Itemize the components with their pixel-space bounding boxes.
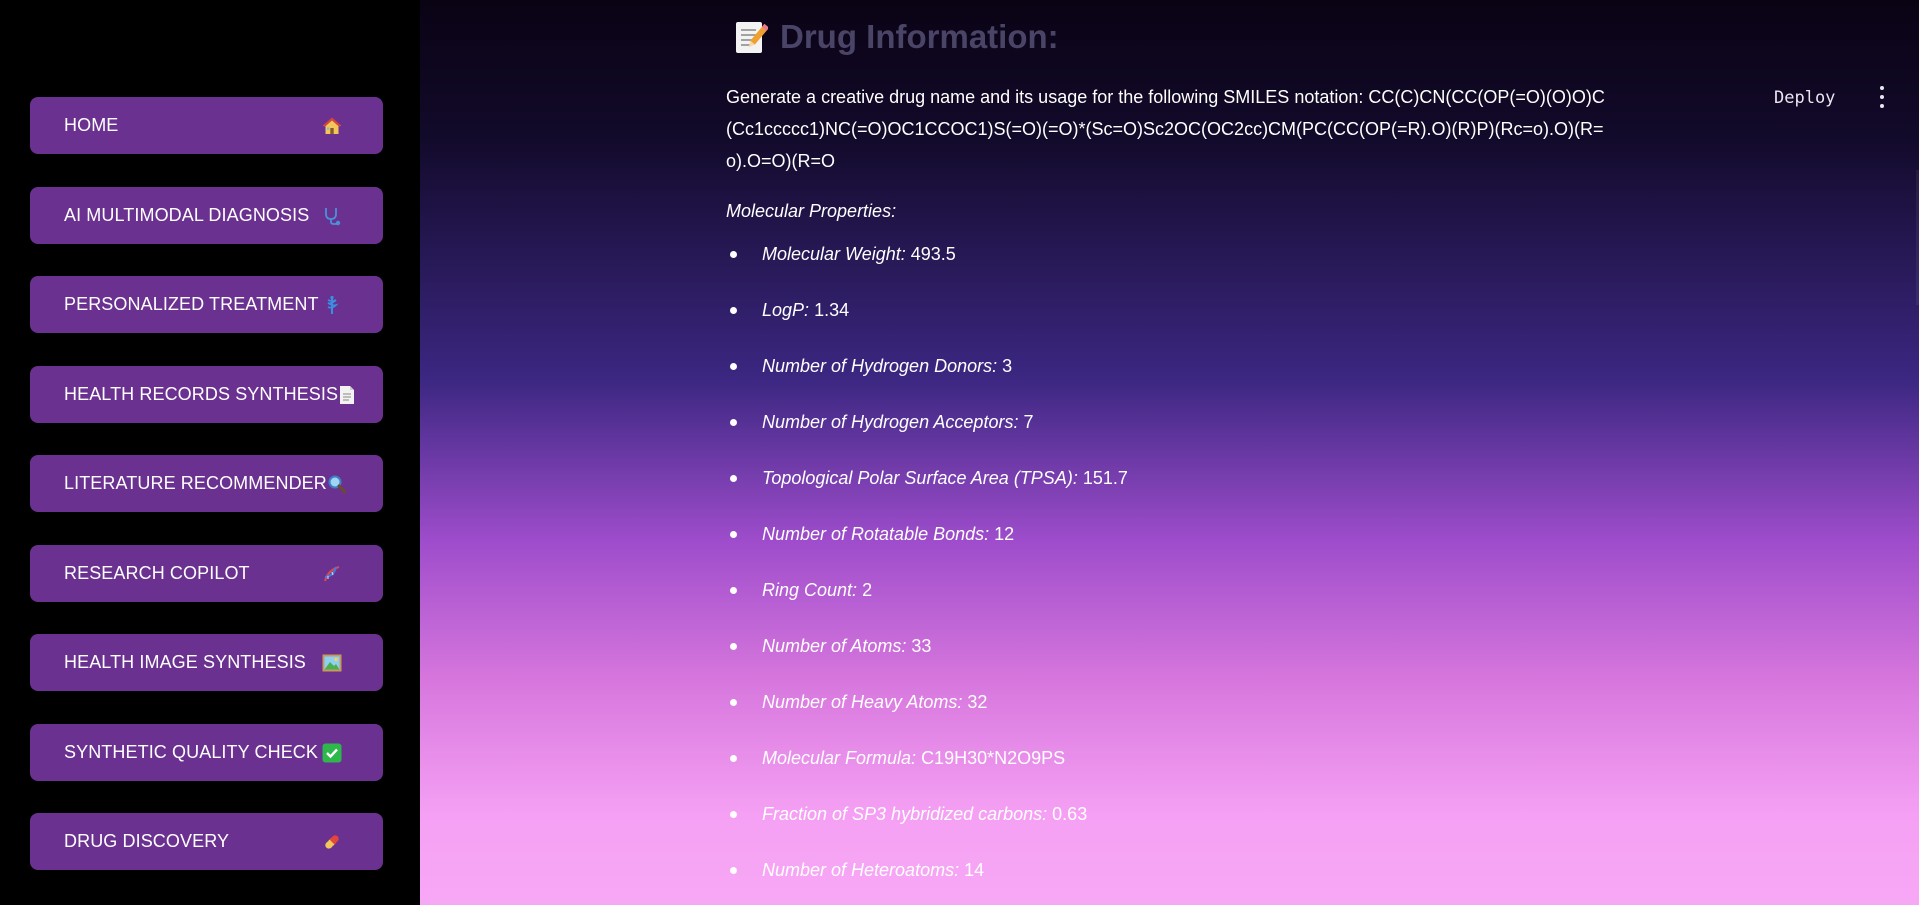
list-item: Topological Polar Surface Area (TPSA): 1…	[726, 466, 1606, 522]
list-item: LogP: 1.34	[726, 298, 1606, 354]
property-value: 33	[911, 636, 932, 656]
nav-research-copilot-button[interactable]: RESEARCH COPILOT	[30, 545, 383, 602]
main-content-area: Drug Information: Deploy Generate a crea…	[420, 0, 1919, 905]
nav-personalized-treatment-button[interactable]: PERSONALIZED TREATMENT	[30, 276, 383, 333]
nav-health-image-synthesis-button[interactable]: HEALTH IMAGE SYNTHESIS	[30, 634, 383, 691]
property-value: 3	[1002, 356, 1013, 376]
property-value: 14	[964, 860, 985, 880]
generation-prompt: Generate a creative drug name and its us…	[726, 87, 1605, 171]
deploy-button[interactable]: Deploy	[1774, 88, 1835, 108]
property-value: 1.34	[814, 300, 850, 320]
nav-literature-recommender-label: LITERATURE RECOMMENDER	[64, 473, 327, 493]
list-item: Molecular Formula: C19H30*N2O9PS	[726, 746, 1606, 802]
check-mark-icon	[321, 742, 343, 764]
list-item: Ring Count: 2	[726, 578, 1606, 634]
property-value: 12	[994, 524, 1015, 544]
page-title-text: Drug Information:	[780, 18, 1059, 55]
list-item: Number of Hydrogen Donors: 3	[726, 354, 1606, 410]
property-label: Topological Polar Surface Area (TPSA):	[762, 468, 1078, 488]
document-icon	[338, 384, 356, 406]
property-value: 151.7	[1082, 468, 1128, 488]
nav-drug-discovery-label: DRUG DISCOVERY	[64, 831, 230, 851]
property-label: Ring Count:	[762, 580, 858, 600]
nav-synthetic-quality-check-label: SYNTHETIC QUALITY CHECK	[64, 742, 319, 762]
property-label: LogP:	[762, 300, 810, 320]
memo-icon	[734, 19, 770, 55]
property-label: Molecular Formula:	[762, 748, 917, 768]
property-label: Fraction of SP3 hybridized carbons:	[762, 804, 1048, 824]
property-value: 0.63	[1052, 804, 1088, 824]
app-window: HOME AI MULTIMODAL DIAGNOSIS PERSONALIZE…	[0, 0, 1919, 905]
nav-personalized-treatment-label: PERSONALIZED TREATMENT	[64, 294, 319, 314]
stethoscope-icon	[321, 205, 343, 227]
nav-home-button[interactable]: HOME	[30, 97, 383, 154]
nav-health-records-synthesis-button[interactable]: HEALTH RECORDS SYNTHESIS	[30, 366, 383, 423]
properties-heading: Molecular Properties:	[726, 201, 897, 221]
sidebar: HOME AI MULTIMODAL DIAGNOSIS PERSONALIZE…	[0, 0, 420, 905]
kebab-menu-icon[interactable]	[1872, 86, 1892, 108]
nav-drug-discovery-button[interactable]: DRUG DISCOVERY	[30, 813, 383, 870]
list-item: Number of Heteroatoms: 14	[726, 858, 1606, 905]
property-label: Number of Rotatable Bonds:	[762, 524, 990, 544]
list-item: Number of Heavy Atoms: 32	[726, 690, 1606, 746]
property-label: Number of Hydrogen Donors:	[762, 356, 998, 376]
nav-health-records-synthesis-label: HEALTH RECORDS SYNTHESIS	[64, 384, 339, 404]
medical-staff-icon	[321, 294, 343, 316]
drug-info-content: Generate a creative drug name and its us…	[726, 81, 1606, 905]
nav-home-label: HOME	[64, 115, 119, 135]
framed-picture-icon	[321, 652, 343, 674]
nav-research-copilot-label: RESEARCH COPILOT	[64, 563, 250, 583]
properties-list: Molecular Weight: 493.5 LogP: 1.34 Numbe…	[726, 242, 1606, 905]
list-item: Number of Rotatable Bonds: 12	[726, 522, 1606, 578]
pill-icon	[321, 831, 343, 853]
property-value: 493.5	[910, 244, 956, 264]
property-label: Molecular Weight:	[762, 244, 906, 264]
property-value: C19H30*N2O9PS	[921, 748, 1066, 768]
list-item: Number of Hydrogen Acceptors: 7	[726, 410, 1606, 466]
property-label: Number of Hydrogen Acceptors:	[762, 412, 1019, 432]
property-label: Number of Heavy Atoms:	[762, 692, 963, 712]
page-title: Drug Information:	[734, 18, 1059, 56]
dna-icon	[321, 563, 343, 585]
property-label: Number of Heteroatoms:	[762, 860, 960, 880]
list-item: Fraction of SP3 hybridized carbons: 0.63	[726, 802, 1606, 858]
nav-health-image-synthesis-label: HEALTH IMAGE SYNTHESIS	[64, 652, 306, 672]
nav-literature-recommender-button[interactable]: LITERATURE RECOMMENDER	[30, 455, 383, 512]
nav-synthetic-quality-check-button[interactable]: SYNTHETIC QUALITY CHECK	[30, 724, 383, 781]
property-value: 32	[967, 692, 988, 712]
nav-ai-multimodal-diagnosis-button[interactable]: AI MULTIMODAL DIAGNOSIS	[30, 187, 383, 244]
magnifying-glass-icon	[327, 473, 347, 495]
house-icon	[321, 115, 343, 137]
property-value: 2	[862, 580, 873, 600]
property-label: Number of Atoms:	[762, 636, 907, 656]
property-value: 7	[1023, 412, 1034, 432]
list-item: Molecular Weight: 493.5	[726, 242, 1606, 298]
nav-ai-multimodal-diagnosis-label: AI MULTIMODAL DIAGNOSIS	[64, 205, 310, 225]
list-item: Number of Atoms: 33	[726, 634, 1606, 690]
